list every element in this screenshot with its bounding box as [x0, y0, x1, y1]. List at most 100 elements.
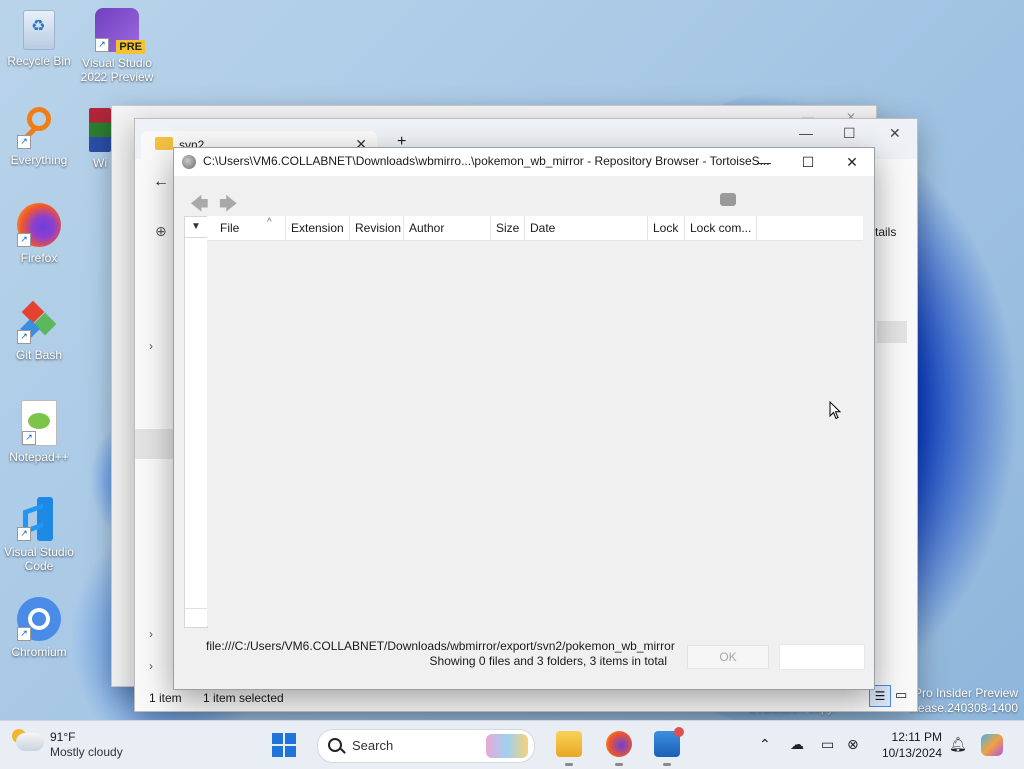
desktop-icon-vscode[interactable]: ↗ Visual Studio Code: [1, 497, 77, 573]
shortcut-arrow-icon: ↗: [22, 431, 36, 445]
desktop-icon-everything[interactable]: ↗ Everything: [1, 105, 77, 167]
chevron-right-icon[interactable]: ›: [149, 339, 153, 353]
weather-condition: Mostly cloudy: [50, 745, 123, 759]
dialog-title: C:\Users\VM6.COLLABNET\Downloads\wbmirro…: [203, 154, 770, 168]
column-label: Lock: [653, 221, 679, 235]
weather-temperature: 91°F: [50, 730, 76, 744]
watermark-line1: Pro Insider Preview: [913, 686, 1018, 700]
column-header-lock-comment[interactable]: Lock com...: [685, 216, 757, 240]
desktop-icon-label: Wi: [93, 156, 107, 170]
maximize-icon[interactable]: ☐: [843, 125, 856, 142]
desktop-icon-label: Recycle Bin: [7, 54, 71, 68]
repository-browser-dialog[interactable]: C:\Users\VM6.COLLABNET\Downloads\wbmirro…: [173, 147, 875, 690]
chevron-right-icon[interactable]: ›: [149, 627, 153, 641]
explorer-status-bar: 1 item 1 item selected ☰ ▭: [135, 685, 917, 711]
folder-icon: [155, 137, 173, 150]
repository-url: file:///C:/Users/VM6.COLLABNET/Downloads…: [206, 639, 675, 653]
windows-logo-icon: [272, 733, 283, 744]
sort-ascending-icon: ^: [267, 217, 272, 228]
column-label: Date: [530, 221, 556, 235]
explorer-selected-item[interactable]: [877, 321, 907, 343]
copilot-icon[interactable]: [981, 734, 1003, 756]
recycle-bin-icon: ♻: [23, 10, 55, 50]
remote-desktop-taskbar-icon[interactable]: [654, 727, 684, 766]
winrar-icon: [89, 108, 111, 152]
file-explorer-taskbar-icon[interactable]: [556, 731, 582, 766]
search-placeholder: Search: [352, 738, 394, 753]
desktop-icon-firefox[interactable]: ↗ Firefox: [1, 203, 77, 265]
column-label: Lock com...: [690, 221, 752, 235]
system-clock[interactable]: 12:11 PM 10/13/2024: [872, 729, 942, 761]
desktop-icon-git-bash[interactable]: ↗ Git Bash: [1, 300, 77, 362]
column-header-size[interactable]: Size: [491, 216, 525, 240]
desktop-icon-label: Visual Studio Code: [4, 545, 74, 573]
firefox-icon: ↗: [17, 203, 61, 247]
shortcut-arrow-icon: ↗: [17, 233, 31, 247]
close-icon[interactable]: ✕: [830, 151, 874, 173]
chevron-right-icon[interactable]: ›: [149, 659, 153, 673]
ok-button[interactable]: OK: [687, 645, 769, 669]
minimize-icon[interactable]: —: [742, 151, 786, 173]
desktop-icon-label: Everything: [10, 153, 68, 167]
shortcut-arrow-icon: ↗: [17, 135, 31, 149]
desktop-icon-label: Chromium: [11, 645, 67, 659]
volume-muted-icon[interactable]: ⊗: [847, 736, 859, 753]
maximize-icon[interactable]: ☐: [786, 151, 830, 173]
windows-logo-icon: [272, 746, 283, 757]
close-icon[interactable]: ✕: [889, 125, 901, 142]
log-message-icon[interactable]: [720, 193, 736, 206]
desktop-icon-partial[interactable]: Wi: [88, 108, 112, 170]
column-header-author[interactable]: Author: [404, 216, 491, 240]
start-button[interactable]: [272, 733, 296, 757]
notification-dot: [674, 727, 684, 737]
pre-badge: PRE: [116, 40, 145, 54]
desktop-icon-label: Firefox: [20, 251, 58, 265]
git-bash-icon: ↗: [17, 300, 61, 344]
file-list[interactable]: File ^ Extension Revision Author Size Da…: [207, 216, 863, 626]
search-icon: [328, 738, 342, 752]
running-indicator: [565, 763, 573, 766]
vscode-icon: ↗: [17, 497, 61, 541]
mouse-cursor-icon: [829, 401, 842, 420]
display-icon[interactable]: ▭: [821, 736, 834, 753]
tree-scrollbar[interactable]: [185, 608, 207, 627]
minimize-icon[interactable]: —: [799, 125, 813, 141]
taskbar-search-box[interactable]: Search: [317, 729, 535, 763]
status-selected: 1 item selected: [203, 691, 284, 705]
column-header-revision[interactable]: Revision: [350, 216, 404, 240]
details-button-label[interactable]: tails: [875, 225, 896, 239]
column-label: Revision: [355, 221, 402, 235]
back-arrow-icon[interactable]: ←: [153, 173, 169, 191]
shortcut-arrow-icon: ↗: [17, 627, 31, 641]
clock-date: 10/13/2024: [881, 746, 942, 760]
chevron-down-icon[interactable]: ▼: [185, 217, 207, 238]
cancel-button[interactable]: [779, 644, 865, 670]
column-header-extension[interactable]: Extension: [286, 216, 350, 240]
desktop-icon-visual-studio-2022[interactable]: PRE ↗ Visual Studio 2022 Preview: [79, 8, 155, 84]
column-header-date[interactable]: Date: [525, 216, 648, 240]
chevron-up-icon[interactable]: ⌃: [759, 736, 771, 753]
taskbar: 91°F Mostly cloudy Search ⌃ ☁ ▭ ⊗ 12:11 …: [0, 720, 1024, 769]
new-icon[interactable]: ⊕: [155, 223, 167, 240]
shortcut-arrow-icon: ↗: [17, 330, 31, 344]
desktop-icon-notepad-plus-plus[interactable]: ↗ Notepad++: [1, 400, 77, 464]
shortcut-arrow-icon: ↗: [17, 527, 31, 541]
desktop-icon-chromium[interactable]: ↗ Chromium: [1, 597, 77, 659]
column-header-lock[interactable]: Lock: [648, 216, 685, 240]
nav-selected-row[interactable]: [135, 429, 173, 459]
repository-tree[interactable]: ▼: [184, 216, 208, 628]
dialog-title-bar[interactable]: C:\Users\VM6.COLLABNET\Downloads\wbmirro…: [174, 148, 874, 176]
notepad-plus-plus-icon: ↗: [21, 400, 57, 446]
cloud-icon: [16, 733, 44, 751]
desktop-icon-recycle-bin[interactable]: ♻ Recycle Bin: [1, 10, 77, 68]
chromium-icon: ↗: [17, 597, 61, 641]
column-label: Extension: [291, 221, 344, 235]
status-item-count: 1 item: [149, 691, 182, 705]
tiles-view-icon[interactable]: ▭: [895, 687, 907, 703]
windows-logo-icon: [285, 746, 296, 757]
column-header-file[interactable]: File ^: [207, 216, 286, 240]
notification-bell-icon[interactable]: 🔔︎: [949, 736, 967, 753]
firefox-taskbar-icon[interactable]: [606, 731, 632, 766]
running-indicator: [663, 763, 671, 766]
network-offline-icon[interactable]: ☁: [790, 736, 804, 753]
